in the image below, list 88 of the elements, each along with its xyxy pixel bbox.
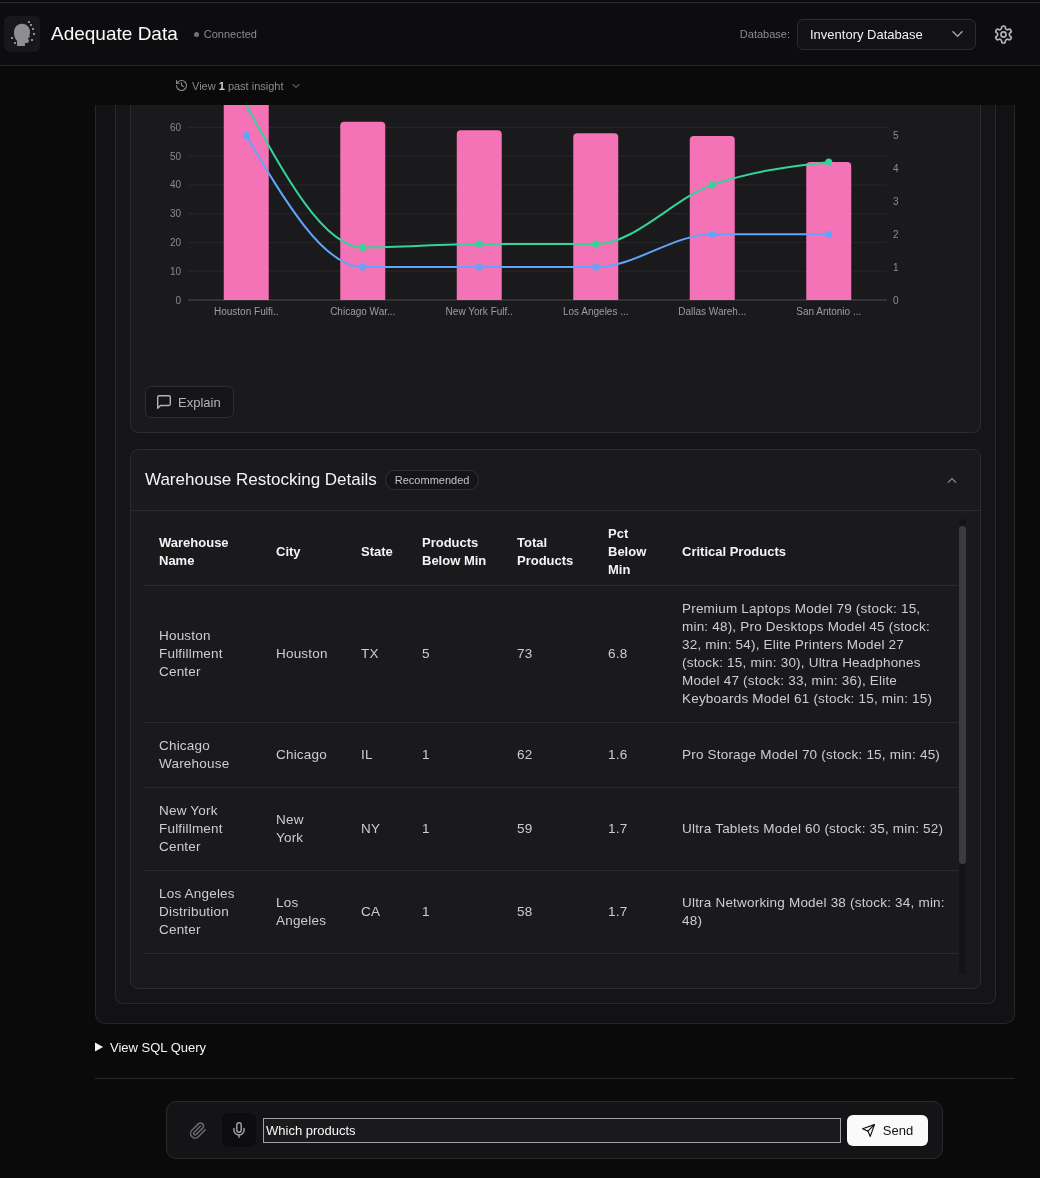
data-point [475,263,483,271]
axis-category-label: Chicago War... [330,306,396,317]
table-cell: 1.7 [593,870,667,954]
settings-icon[interactable] [995,25,1012,43]
data-point [825,158,833,166]
past-insight-toggle[interactable]: View 1 past insight [176,79,300,92]
column-header: Pct Below Min [593,519,667,586]
axis-category-label: Dallas Wareh... [678,306,747,317]
app-title: Adequate Data [51,23,178,45]
axis-tick-label: 10 [169,265,181,277]
data-point [592,240,600,248]
axis-tick-label: 5 [893,130,899,142]
axis-tick-label: 2 [893,228,899,240]
table-cell: Houston [261,585,346,723]
table-cell: Ultra Networking Model 38 (stock: 34, min: 48) [667,870,958,954]
sql-query-toggle[interactable]: View SQL Query [95,1039,207,1055]
table-cell: TX [346,585,407,723]
table-cell: IL [346,722,407,788]
column-header: State [346,519,407,586]
message-input[interactable]: Which products [263,1117,841,1143]
table-cell: 73 [502,585,593,723]
table-cell: 1 [407,870,502,954]
chevron-icon[interactable] [947,477,957,483]
axis-category-label: Houston Fulfi.. [214,306,279,317]
axis-tick-label: 20 [169,237,181,248]
table-cell: 58 [502,870,593,954]
column-header: Total Products [502,519,593,586]
column-header: Critical Products [667,519,958,586]
chevron-icon [952,31,963,37]
data-point [592,263,600,271]
table-cell: CA [346,870,407,954]
table-cell: 1 [407,787,502,871]
logo-icon [4,16,40,52]
axis-tick-label: 50 [169,150,181,162]
chat-bubble-icon [157,395,171,409]
table-cell: Pro Storage Model 70 (stock: 15, min: 45) [667,722,958,788]
send-icon [861,1123,875,1137]
table-cell: Los Angeles [261,870,346,954]
axis-tick-label: 0 [175,294,181,306]
axis-tick-label: 60 [169,121,181,133]
axis-category-label: Los Angeles ... [562,306,629,317]
microphone-icon [233,1122,245,1138]
data-point [708,230,716,238]
table-cell: Houston Fulfillment Center [144,585,261,723]
column-header: Warehouse Name [144,519,261,586]
axis-tick-label: 4 [893,162,899,174]
scrollbar-thumb[interactable] [959,526,966,864]
data-point [825,230,833,238]
data-point [475,240,483,248]
table-cell: 1 [407,722,502,788]
table-cell: Chicago [261,722,346,788]
send-button[interactable]: Send [847,1114,928,1146]
connection-status: Connected [203,28,257,40]
status-dot-icon [193,31,199,37]
table-cell: 1.6 [593,722,667,788]
data-point [708,181,716,189]
axis-category-label: New York Fulf.. [445,306,513,317]
table-cell: 1.7 [593,787,667,871]
axis-tick-label: 3 [893,195,899,207]
microphone-button[interactable] [222,1113,256,1147]
data-point [242,132,250,140]
table-cell: 59 [502,787,593,871]
axis-tick-label: 40 [169,179,181,191]
axis-category-label: San Antonio ... [796,306,862,317]
data-point [359,263,367,271]
table-cell: 5 [407,585,502,723]
table-cell: New York Fulfillment Center [144,787,261,871]
table-cell: Los Angeles Distribution Center [144,870,261,954]
table-cell: Premium Laptops Model 79 (stock: 15, min: 48), Pro Desktops Model 45 (stock: 32, min: 54), Elite Printers Model 27 (stock: 15, min: 30), Ultra Headphones Model 47 (stock: 33, min: 36), Elite Keyboards Model 61 (stock: 15, min: 15) [667,585,958,723]
axis-tick-label: 1 [893,261,899,273]
axis-tick-label: 30 [169,208,181,220]
column-header: Products Below Min [407,519,502,586]
column-header: City [261,519,346,586]
paperclip-icon[interactable] [191,1122,206,1138]
table-cell: 6.8 [593,585,667,723]
card-title: Warehouse Restocking Details [145,470,377,490]
data-point [359,243,367,251]
table-cell: New York [261,787,346,871]
database-select[interactable]: Inventory Database [797,18,976,50]
history-icon [176,80,187,91]
explain-button[interactable]: Explain [145,386,234,418]
table-cell: NY [346,787,407,871]
table-cell: 62 [502,722,593,788]
database-label: Database: [739,28,790,40]
table-cell: Chicago Warehouse [144,722,261,788]
badge: Recommended [384,470,480,490]
table-cell: Ultra Tablets Model 60 (stock: 35, min: 52) [667,787,958,871]
axis-tick-label: 0 [893,294,899,306]
